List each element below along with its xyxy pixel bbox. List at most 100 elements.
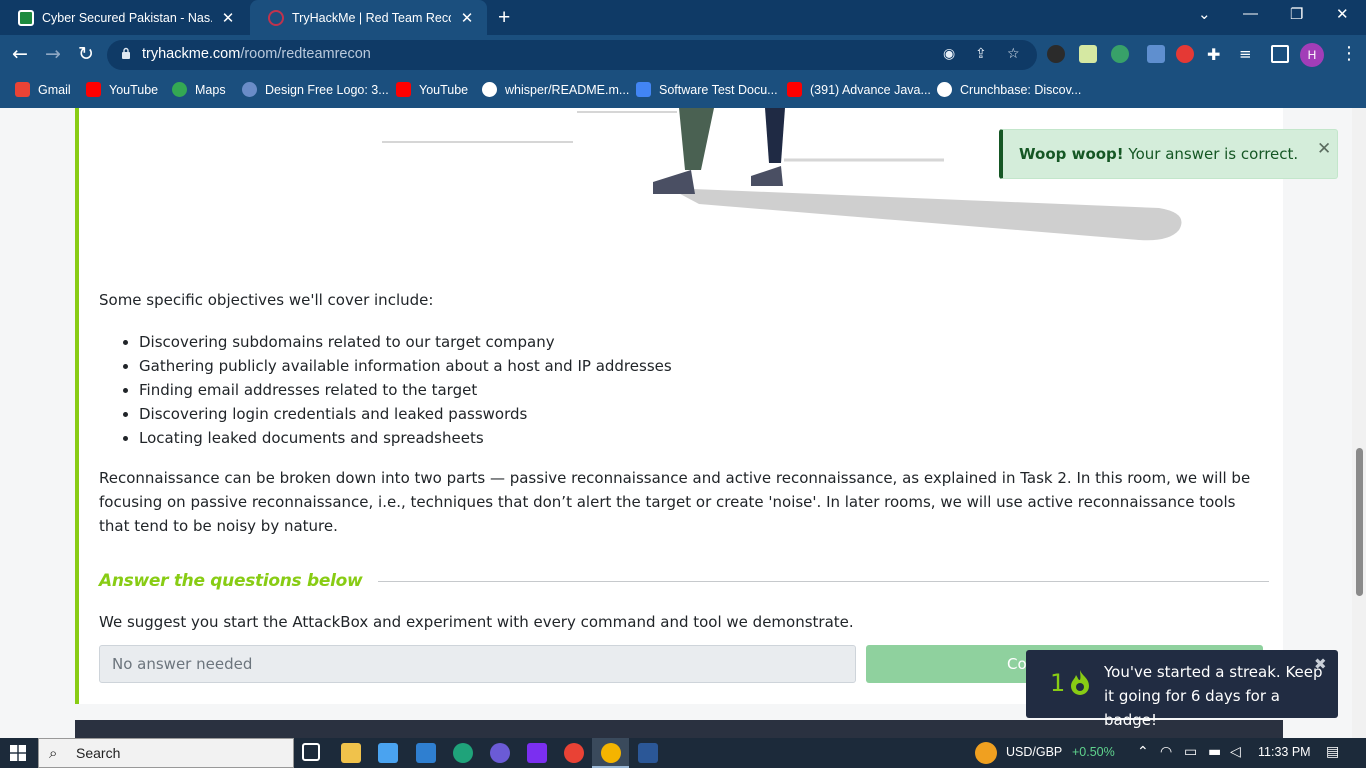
design-logo-icon [242, 82, 257, 97]
bookmark-label: Software Test Docu... [659, 82, 778, 97]
toast-message: Woop woop! Your answer is correct. [1019, 145, 1298, 163]
objectives-list: Discovering subdomains related to our ta… [99, 330, 1269, 450]
objective-item: Gathering publicly available information… [139, 354, 1269, 378]
extension-notes-icon[interactable] [1079, 45, 1097, 63]
bookmark-maps[interactable]: Maps [172, 82, 226, 97]
task-content: Some specific objectives we'll cover inc… [99, 290, 1269, 538]
new-tab-button[interactable]: + [498, 6, 510, 30]
gear-extension-icon[interactable] [1047, 45, 1065, 63]
search-label: Search [76, 745, 121, 761]
bookmark-gmail[interactable]: Gmail [15, 82, 71, 97]
restore-button[interactable]: ❐ [1290, 5, 1303, 23]
streak-close-icon[interactable]: ✖ [1314, 655, 1327, 673]
tab-title: TryHackMe | Red Team Recon [292, 10, 451, 25]
hex-editor-icon[interactable] [527, 743, 547, 763]
youtube-icon [86, 82, 101, 97]
bookmark-whisper-readme[interactable]: whisper/README.m... [482, 82, 629, 97]
toast-text: Your answer is correct. [1123, 145, 1299, 163]
clock-time[interactable]: 11:33 PM [1258, 745, 1311, 759]
streak-notification: 1 You've started a streak. Keep it going… [1026, 650, 1338, 729]
tab-close-icon[interactable]: ✕ [459, 9, 475, 27]
forward-arrow-icon[interactable]: → [45, 43, 61, 65]
extension-red-icon[interactable] [1176, 45, 1194, 63]
tab-close-icon[interactable]: ✕ [220, 9, 236, 27]
media-player-icon[interactable] [490, 743, 510, 763]
docs-icon [636, 82, 651, 97]
hide-eye-icon[interactable]: ◉ [943, 46, 955, 62]
minimize-button[interactable]: — [1243, 5, 1258, 22]
cast-icon[interactable]: ▭ [1184, 744, 1197, 760]
close-window-button[interactable]: ✕ [1336, 5, 1349, 23]
tab-title: Cyber Secured Pakistan - Nas.io I [42, 10, 212, 25]
scrollbar-thumb[interactable] [1356, 448, 1363, 596]
bookmark-label: YouTube [109, 82, 159, 97]
objectives-intro: Some specific objectives we'll cover inc… [99, 291, 434, 309]
url-bar[interactable]: tryhackme.com/room/redteamrecon ◉ ⇪ ☆ [107, 40, 1037, 70]
divider [378, 580, 1269, 582]
answer-section-header: Answer the questions below [99, 571, 1269, 591]
success-toast: Woop woop! Your answer is correct. ✕ [999, 129, 1338, 179]
windows-start-icon[interactable] [10, 745, 26, 761]
active-chrome-window[interactable] [592, 738, 629, 768]
objective-item: Finding email addresses related to the t… [139, 378, 1269, 402]
globe-icon [937, 82, 952, 97]
extension-pen-icon[interactable] [1147, 45, 1165, 63]
recon-paragraph: Reconnaissance can be broken down into t… [99, 469, 1251, 535]
profile-avatar[interactable]: H [1300, 43, 1324, 67]
toast-close-icon[interactable]: ✕ [1317, 139, 1331, 159]
volume-icon[interactable]: ◁ [1230, 744, 1241, 760]
tray-chevron-up-icon[interactable]: ⌃ [1137, 744, 1149, 760]
gmail-icon [15, 82, 30, 97]
mail-icon[interactable] [416, 743, 436, 763]
url-path: /room/redteamrecon [240, 46, 371, 62]
share-icon[interactable]: ⇪ [975, 46, 987, 62]
currency-change[interactable]: +0.50% [1072, 745, 1115, 759]
extension-globe-icon[interactable] [1111, 45, 1129, 63]
bookmark-label: Gmail [38, 82, 71, 97]
url-text: tryhackme.com/room/redteamrecon [142, 46, 371, 62]
browser-menu-icon[interactable]: ⋮ [1340, 43, 1358, 64]
bookmark-youtube-2[interactable]: YouTube [396, 82, 468, 97]
tab-search-dropdown-icon[interactable]: ⌄ [1198, 5, 1211, 23]
word-icon[interactable] [638, 743, 658, 763]
side-panel-icon[interactable] [1271, 45, 1289, 63]
bookmark-design-free-logo[interactable]: Design Free Logo: 3... [242, 82, 389, 97]
bookmark-crunchbase[interactable]: Crunchbase: Discov... [937, 82, 1081, 97]
extensions-puzzle-icon[interactable]: ✚ [1207, 45, 1225, 64]
bookmark-software-test-docu[interactable]: Software Test Docu... [636, 82, 778, 97]
tab-cyber-secured-pakistan[interactable]: Cyber Secured Pakistan - Nas.io I ✕ [0, 0, 248, 35]
bookmark-advance-java[interactable]: (391) Advance Java... [787, 82, 931, 97]
answer-heading: Answer the questions below [99, 571, 363, 591]
github-icon [482, 82, 497, 97]
answer-field[interactable]: No answer needed [99, 645, 856, 683]
bookmark-label: Design Free Logo: 3... [265, 82, 389, 97]
reload-icon[interactable]: ↻ [78, 43, 94, 65]
bookmark-label: YouTube [419, 82, 469, 97]
task-card: Some specific objectives we'll cover inc… [75, 108, 1283, 704]
flame-icon [1071, 670, 1089, 695]
edge-icon[interactable] [453, 743, 473, 763]
taskbar-search[interactable]: ⌕ Search [38, 738, 294, 768]
bookmark-label: whisper/README.m... [505, 82, 630, 97]
back-arrow-icon[interactable]: ← [12, 43, 28, 65]
url-domain: tryhackme.com [142, 46, 241, 62]
task-view-icon[interactable] [302, 743, 320, 761]
microsoft-store-icon[interactable] [378, 743, 398, 763]
reading-list-icon[interactable]: ≡ [1239, 45, 1257, 63]
bookmarks-bar: Gmail YouTube Maps Design Free Logo: 3..… [0, 75, 1366, 108]
bookmark-youtube[interactable]: YouTube [86, 82, 158, 97]
wifi-icon[interactable]: ◠ [1160, 744, 1172, 760]
file-explorer-icon[interactable] [341, 743, 361, 763]
currency-pair[interactable]: USD/GBP [1006, 745, 1062, 759]
page-scrollbar[interactable] [1352, 108, 1366, 738]
next-task-bar [75, 720, 1283, 738]
lock-icon [122, 47, 130, 59]
streak-text: You've started a streak. Keep it going f… [1104, 663, 1323, 729]
battery-icon[interactable]: ▬ [1208, 744, 1221, 760]
chrome-icon[interactable] [564, 743, 584, 763]
address-bar-row: ← → ↻ tryhackme.com/room/redteamrecon ◉ … [0, 35, 1366, 75]
notifications-icon[interactable]: ▤ [1326, 744, 1339, 760]
bookmark-star-icon[interactable]: ☆ [1007, 46, 1020, 62]
browser-tab-bar: Cyber Secured Pakistan - Nas.io I ✕ TryH… [0, 0, 1366, 35]
tab-tryhackme-red-team-recon[interactable]: TryHackMe | Red Team Recon ✕ [250, 0, 487, 35]
